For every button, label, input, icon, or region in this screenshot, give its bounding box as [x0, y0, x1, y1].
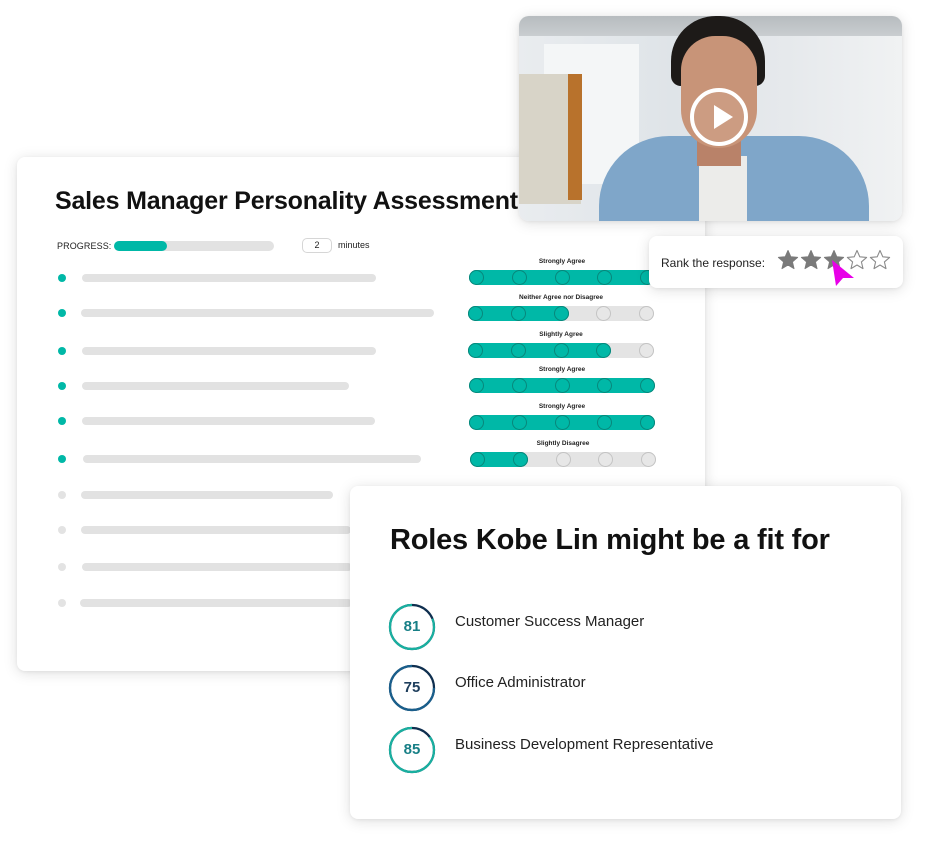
- likert-track[interactable]: [469, 378, 655, 393]
- likert-track[interactable]: [468, 306, 654, 321]
- likert-option-1[interactable]: [468, 306, 483, 321]
- assessment-title: Sales Manager Personality Assessment: [55, 187, 518, 215]
- likert-option-1[interactable]: [470, 452, 485, 467]
- question-text-placeholder: [81, 309, 434, 317]
- likert-option-2[interactable]: [510, 306, 526, 321]
- likert-option-2[interactable]: [511, 378, 527, 393]
- likert-scale[interactable]: Neither Agree nor Disagree: [468, 294, 654, 324]
- roles-title: Roles Kobe Lin might be a fit for: [390, 524, 830, 556]
- likert-selected-label: Neither Agree nor Disagree: [519, 294, 603, 301]
- likert-track[interactable]: [469, 415, 655, 430]
- likert-option-3[interactable]: [553, 306, 569, 321]
- likert-selected-label: Strongly Agree: [538, 403, 586, 410]
- play-button[interactable]: [690, 88, 748, 146]
- play-icon: [714, 105, 733, 129]
- likert-track[interactable]: [468, 343, 654, 358]
- progress-bar: [114, 241, 274, 251]
- role-fit-score: 75: [403, 679, 421, 696]
- pending-indicator: [58, 526, 66, 534]
- likert-option-5[interactable]: [639, 306, 654, 321]
- likert-option-2[interactable]: [511, 270, 527, 285]
- role-item[interactable]: 75 Office Administrator: [388, 664, 868, 712]
- question-text-placeholder: [82, 347, 376, 355]
- pending-indicator: [58, 491, 66, 499]
- question-text-placeholder: [82, 274, 376, 282]
- answered-indicator: [58, 347, 66, 355]
- likert-option-1[interactable]: [469, 378, 484, 393]
- question-text-placeholder: [82, 417, 375, 425]
- role-fit-score: 81: [403, 618, 421, 635]
- role-name: Business Development Representative: [455, 736, 714, 753]
- role-item[interactable]: 85 Business Development Representative: [388, 726, 868, 774]
- likert-option-2[interactable]: [510, 343, 526, 358]
- question-text-placeholder: [82, 382, 349, 390]
- likert-scale[interactable]: Strongly Agree: [469, 366, 655, 396]
- likert-track[interactable]: [470, 452, 656, 467]
- question-text-placeholder: [82, 563, 352, 571]
- progress-label: PROGRESS:: [57, 241, 112, 251]
- likert-fill: [468, 343, 612, 358]
- video-card: [519, 16, 902, 221]
- rank-response-card: Rank the response:: [649, 236, 903, 288]
- likert-scale[interactable]: Slightly Disagree: [470, 440, 656, 470]
- rank-label: Rank the response:: [661, 256, 766, 270]
- likert-option-2[interactable]: [512, 452, 528, 467]
- likert-selected-label: Slightly Agree: [539, 331, 583, 338]
- likert-option-4[interactable]: [598, 452, 614, 467]
- likert-option-3[interactable]: [554, 378, 570, 393]
- likert-selected-label: Slightly Disagree: [536, 440, 590, 447]
- likert-option-3[interactable]: [555, 452, 571, 467]
- star-filled-icon[interactable]: [800, 249, 822, 271]
- likert-option-5[interactable]: [639, 343, 654, 358]
- likert-track[interactable]: [469, 270, 655, 285]
- likert-option-1[interactable]: [469, 415, 484, 430]
- likert-scale[interactable]: Strongly Agree: [469, 258, 655, 288]
- answered-indicator: [58, 274, 66, 282]
- likert-scale[interactable]: Strongly Agree: [469, 403, 655, 433]
- question-text-placeholder: [83, 455, 421, 463]
- likert-option-1[interactable]: [469, 270, 484, 285]
- minutes-field[interactable]: 2: [302, 238, 332, 253]
- likert-option-2[interactable]: [511, 415, 527, 430]
- likert-option-4[interactable]: [596, 306, 612, 321]
- progress-bar-fill: [114, 241, 167, 251]
- minutes-label: minutes: [338, 240, 370, 250]
- mouse-cursor-icon: [832, 260, 854, 286]
- likert-scale[interactable]: Slightly Agree: [468, 331, 654, 361]
- answered-indicator: [58, 309, 66, 317]
- role-fit-score: 85: [403, 741, 421, 758]
- question-text-placeholder: [81, 491, 333, 499]
- answered-indicator: [58, 455, 66, 463]
- roles-card: Roles Kobe Lin might be a fit for 81 Cust…: [350, 486, 901, 819]
- likert-selected-label: Strongly Agree: [538, 258, 586, 265]
- video-background-shelf-post: [568, 74, 582, 200]
- question-text-placeholder: [81, 526, 351, 534]
- role-name: Office Administrator: [455, 674, 586, 691]
- progress-row: PROGRESS: 2 minutes: [57, 238, 370, 254]
- likert-selected-label: Strongly Agree: [538, 366, 586, 373]
- question-text-placeholder: [80, 599, 352, 607]
- answered-indicator: [58, 382, 66, 390]
- star-empty-icon[interactable]: [869, 249, 891, 271]
- likert-option-5[interactable]: [641, 452, 656, 467]
- likert-option-3[interactable]: [553, 343, 569, 358]
- likert-option-3[interactable]: [554, 270, 570, 285]
- role-item[interactable]: 81 Customer Success Manager: [388, 603, 868, 651]
- likert-option-5[interactable]: [640, 378, 655, 393]
- likert-option-5[interactable]: [640, 415, 655, 430]
- star-filled-icon[interactable]: [777, 249, 799, 271]
- likert-option-3[interactable]: [554, 415, 570, 430]
- likert-option-4[interactable]: [596, 343, 612, 358]
- pending-indicator: [58, 599, 66, 607]
- pending-indicator: [58, 563, 66, 571]
- answered-indicator: [58, 417, 66, 425]
- likert-option-1[interactable]: [468, 343, 483, 358]
- role-name: Customer Success Manager: [455, 613, 645, 630]
